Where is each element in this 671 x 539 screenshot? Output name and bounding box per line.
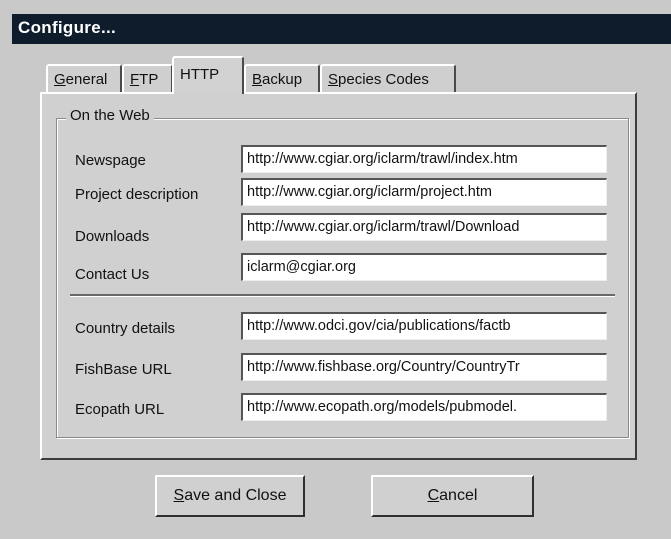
title-bar: Configure... (0, 0, 671, 44)
label-ecopath-url: Ecopath URL (75, 401, 165, 418)
tab-backup[interactable]: Backup (244, 64, 320, 92)
newspage-field[interactable]: http://www.cgiar.org/iclarm/trawl/index.… (241, 145, 607, 173)
project-description-field[interactable]: http://www.cgiar.org/iclarm/project.htm (241, 178, 607, 206)
group-label: On the Web (66, 107, 154, 124)
tab-general-accel: G (54, 71, 66, 88)
tab-http-label: HTTP (180, 66, 220, 83)
tab-species-codes-accel: S (328, 71, 339, 88)
save-button-accel: S (173, 487, 185, 504)
cancel-button[interactable]: Cancel (371, 475, 534, 517)
label-downloads: Downloads (75, 228, 150, 245)
tab-http[interactable]: HTTP (172, 56, 244, 94)
tab-backup-accel: B (252, 71, 263, 88)
save-and-close-button[interactable]: Save and Close (155, 475, 305, 517)
window-title: Configure... (18, 18, 117, 37)
fishbase-url-field[interactable]: http://www.fishbase.org/Country/CountryT… (241, 353, 607, 381)
label-contact-us: Contact Us (75, 266, 150, 283)
tab-backup-label: ackup (262, 71, 303, 88)
tab-ftp-accel: F (130, 71, 140, 88)
tab-species-codes[interactable]: Species Codes (320, 64, 456, 92)
country-details-field[interactable]: http://www.odci.gov/cia/publications/fac… (241, 312, 607, 340)
tab-general-label: eneral (65, 71, 108, 88)
label-newspage: Newspage (75, 152, 146, 169)
ecopath-url-field[interactable]: http://www.ecopath.org/models/pubmodel. (241, 393, 607, 421)
downloads-field[interactable]: http://www.cgiar.org/iclarm/trawl/Downlo… (241, 213, 607, 241)
label-project-description: Project description (75, 186, 199, 203)
tab-ftp-label: TP (139, 71, 159, 88)
tab-species-codes-label: pecies Codes (338, 71, 429, 88)
tab-ftp[interactable]: FTP (122, 64, 173, 92)
label-country-details: Country details (75, 320, 176, 337)
title-bar-strip[interactable]: Configure... (12, 14, 671, 44)
label-fishbase-url: FishBase URL (75, 361, 172, 378)
save-button-label: ave and Close (184, 487, 287, 504)
contact-us-field[interactable]: iclarm@cgiar.org (241, 253, 607, 281)
cancel-button-label: ancel (439, 487, 478, 504)
group-divider (70, 294, 615, 297)
tab-general[interactable]: General (46, 64, 122, 92)
cancel-button-accel: C (427, 487, 440, 504)
